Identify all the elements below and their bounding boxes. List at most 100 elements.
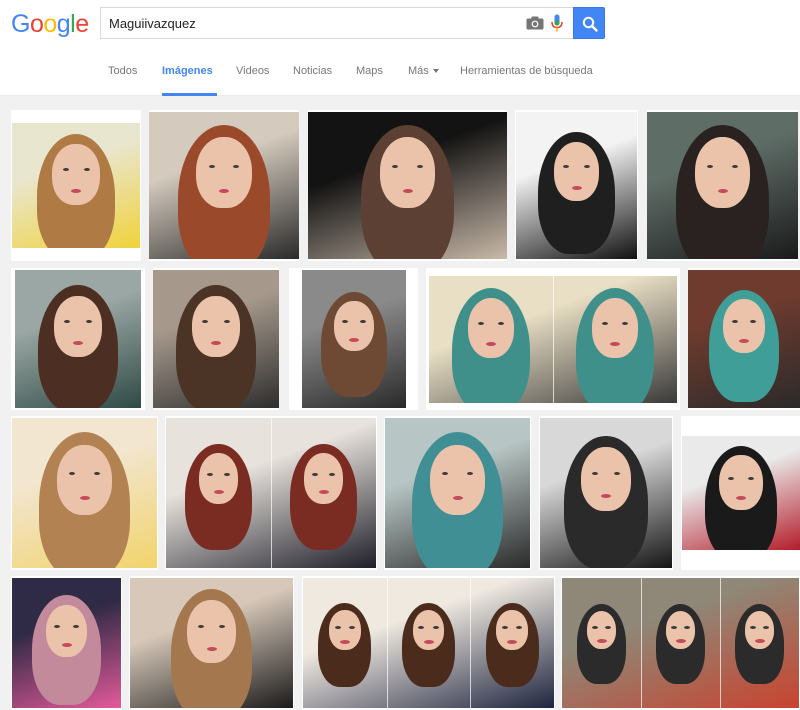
photo-eye	[62, 167, 69, 171]
logo-letter: G	[11, 10, 30, 38]
photo-face	[586, 610, 617, 649]
result-thumbnail	[12, 123, 140, 248]
photo-lips	[71, 188, 81, 193]
result-thumbnail	[12, 418, 157, 568]
image-result[interactable]	[515, 110, 638, 261]
image-result[interactable]	[688, 268, 800, 410]
photo-eye	[392, 164, 399, 168]
photo-eye	[416, 164, 423, 168]
photo-eye	[334, 625, 341, 629]
photo-face	[591, 298, 639, 359]
chevron-down-icon	[432, 69, 439, 74]
photo-face	[694, 136, 751, 208]
result-thumbnail	[562, 578, 799, 708]
photo-eye	[747, 476, 754, 480]
photo-face	[581, 447, 631, 512]
photo-eye	[466, 471, 473, 475]
image-results-grid	[0, 96, 800, 710]
image-result[interactable]	[681, 416, 800, 570]
tab-search-tools[interactable]: Herramientas de búsqueda	[460, 49, 593, 96]
photo-divider	[553, 276, 554, 403]
photo-eye	[348, 625, 355, 629]
photo-lips	[739, 338, 749, 343]
tab-videos[interactable]: Videos	[236, 49, 269, 96]
logo-letter: o	[29, 10, 44, 38]
photo-eye	[502, 625, 509, 629]
image-result[interactable]	[384, 416, 531, 570]
photo-eye	[731, 320, 738, 324]
photo-face	[467, 298, 515, 359]
photo-lips	[423, 639, 434, 644]
photo-face	[665, 610, 696, 649]
image-result[interactable]	[11, 576, 122, 710]
result-thumbnail	[385, 418, 530, 568]
camera-icon[interactable]	[526, 16, 544, 30]
image-result[interactable]	[302, 576, 555, 710]
image-result[interactable]	[308, 110, 507, 261]
photo-eye	[763, 625, 770, 629]
photo-eye	[516, 625, 523, 629]
search-icon	[582, 16, 598, 32]
photo-lips	[507, 639, 518, 644]
image-result[interactable]	[11, 110, 141, 261]
result-thumbnail	[647, 112, 798, 259]
photo-face	[303, 452, 344, 504]
image-result[interactable]	[539, 416, 673, 570]
image-result[interactable]	[289, 268, 418, 410]
search-input[interactable]	[109, 8, 519, 38]
photo-divider	[641, 578, 642, 708]
photo-face	[196, 136, 252, 208]
photo-eye	[208, 164, 215, 168]
image-result[interactable]	[11, 268, 145, 410]
image-result[interactable]	[426, 268, 680, 410]
photo-eye	[707, 164, 714, 168]
result-thumbnail	[303, 578, 554, 708]
search-button[interactable]	[573, 7, 605, 39]
photo-eye	[224, 472, 231, 476]
tab-noticias[interactable]: Noticias	[293, 49, 332, 96]
image-result[interactable]	[647, 110, 798, 261]
photo-lips	[339, 639, 350, 644]
photo-eye	[206, 472, 213, 476]
microphone-icon[interactable]	[551, 14, 563, 33]
result-thumbnail	[302, 270, 406, 408]
photo-face	[379, 136, 436, 208]
search-box	[100, 7, 574, 39]
photo-divider	[720, 578, 721, 708]
photo-face	[334, 300, 374, 351]
photo-eye	[72, 625, 79, 629]
photo-eye	[233, 164, 240, 168]
photo-eye	[622, 321, 629, 325]
photo-eye	[498, 321, 505, 325]
result-thumbnail	[153, 270, 279, 408]
tab-mas-label: Más	[408, 65, 429, 77]
photo-face	[744, 610, 775, 649]
image-result[interactable]	[129, 576, 294, 710]
result-thumbnail	[308, 112, 507, 259]
image-result[interactable]	[561, 576, 800, 710]
photo-eye	[329, 472, 336, 476]
image-result[interactable]	[149, 110, 299, 261]
photo-eye	[64, 319, 71, 323]
photo-eye	[418, 625, 425, 629]
image-result[interactable]	[165, 416, 377, 570]
google-logo[interactable]: Google	[11, 9, 89, 39]
photo-face	[329, 609, 361, 651]
image-result[interactable]	[11, 416, 158, 570]
photo-divider	[271, 418, 272, 568]
image-result[interactable]	[153, 268, 279, 410]
tab-imagenes[interactable]: Imágenes	[162, 49, 217, 96]
photo-lips	[349, 337, 359, 342]
tab-todos[interactable]: Todos	[108, 49, 137, 96]
photo-eye	[202, 319, 209, 323]
tab-mas[interactable]: Más	[408, 49, 439, 96]
photo-lips	[571, 185, 582, 190]
tab-maps[interactable]: Maps	[356, 49, 383, 96]
photo-eye	[219, 624, 226, 628]
photo-face	[553, 142, 600, 201]
photo-face	[45, 604, 88, 658]
photo-eye	[591, 625, 598, 629]
photo-lips	[206, 646, 217, 651]
photo-face	[54, 295, 102, 357]
photo-eye	[605, 625, 612, 629]
